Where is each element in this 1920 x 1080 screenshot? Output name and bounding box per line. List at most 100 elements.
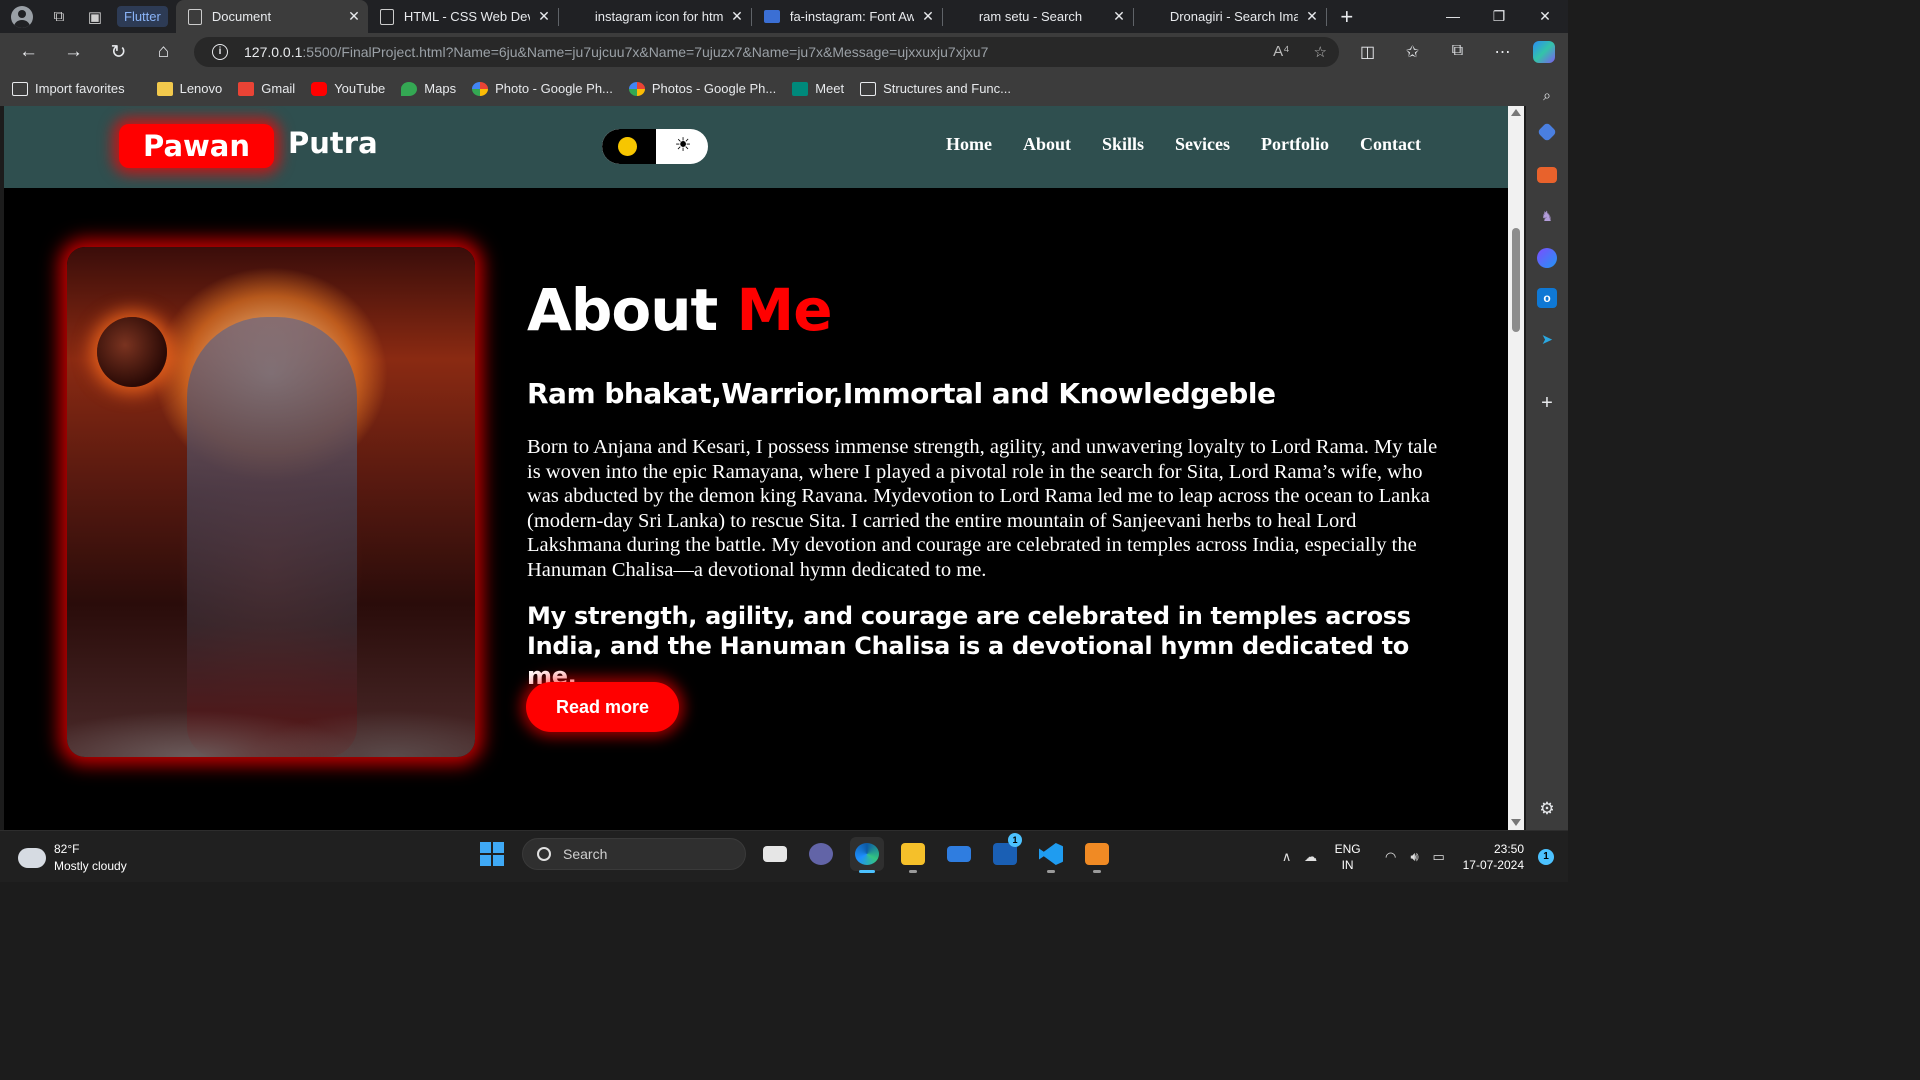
forward-arrow-icon[interactable]: →	[51, 41, 96, 63]
weather-text: 82°F Mostly cloudy	[54, 841, 127, 875]
settings-gear-icon[interactable]: ⚙	[1537, 799, 1557, 819]
favorite-photos-google[interactable]: Photos - Google Ph...	[628, 81, 776, 96]
media-player-icon[interactable]	[1080, 837, 1114, 873]
scroll-up-arrow-icon[interactable]	[1511, 109, 1521, 116]
onedrive-cloud-icon[interactable]: ☁	[1299, 849, 1323, 865]
favorite-gmail[interactable]: Gmail	[238, 81, 295, 96]
taskbar-search-label: Search	[563, 846, 608, 862]
tab-html-css[interactable]: HTML - CSS Web Devel ✕	[368, 0, 558, 33]
wifi-icon[interactable]: ◠	[1379, 849, 1403, 865]
theme-toggle[interactable]: ☀	[602, 129, 708, 164]
tab-ram-setu[interactable]: ram setu - Search ✕	[943, 0, 1133, 33]
tab-instagram-icon[interactable]: instagram icon for htm ✕	[559, 0, 751, 33]
tab-actions-icon[interactable]: ▣	[77, 0, 113, 33]
split-screen-icon[interactable]: ◫	[1345, 42, 1390, 62]
more-menu-icon[interactable]: ⋯	[1480, 42, 1525, 62]
outlook-icon[interactable]: o	[1537, 288, 1557, 308]
close-tab-icon[interactable]: ✕	[731, 8, 743, 25]
favorite-label: Lenovo	[179, 81, 223, 96]
favorite-label: Gmail	[261, 81, 296, 96]
favorite-photo-google[interactable]: Photo - Google Ph...	[472, 81, 613, 96]
mail-icon[interactable]	[942, 837, 976, 871]
read-more-button[interactable]: Read more	[526, 682, 679, 732]
copilot-sidebar-icon[interactable]	[1537, 248, 1557, 268]
chevron-up-icon[interactable]: ∧	[1275, 849, 1299, 865]
page-scrollbar[interactable]	[1508, 106, 1524, 830]
back-arrow-icon[interactable]: ←	[6, 41, 51, 63]
task-view-icon[interactable]	[758, 837, 792, 871]
nav-contact[interactable]: Contact	[1360, 134, 1421, 155]
shopping-tag-icon[interactable]	[1537, 122, 1557, 142]
favorite-star-icon[interactable]: ☆	[1314, 43, 1327, 61]
close-tab-icon[interactable]: ✕	[1113, 8, 1125, 25]
favorite-maps[interactable]: Maps	[401, 81, 456, 96]
notification-badge[interactable]: 1	[1538, 849, 1554, 865]
scrollbar-thumb[interactable]	[1512, 228, 1520, 332]
nav-about[interactable]: About	[1023, 134, 1071, 155]
send-icon[interactable]: ➤	[1537, 329, 1557, 349]
tab-document[interactable]: Document ✕	[175, 0, 368, 33]
workspaces-icon[interactable]: ⧉	[41, 0, 77, 33]
clock-time: 23:50	[1493, 842, 1524, 856]
url-input[interactable]: i 127.0.0.1:5500/FinalProject.html?Name=…	[194, 37, 1339, 67]
logo-first-word[interactable]: Pawan	[119, 124, 274, 168]
restore-icon[interactable]: ❐	[1476, 8, 1522, 25]
site-info-icon[interactable]: i	[212, 44, 228, 60]
nav-services[interactable]: Sevices	[1175, 134, 1230, 155]
collections-icon[interactable]: ⧉	[1435, 42, 1480, 62]
teams-chat-icon[interactable]	[804, 837, 838, 871]
tab-label: ram setu - Search	[978, 9, 1083, 24]
close-tab-icon[interactable]: ✕	[538, 8, 550, 25]
taskbar-apps: Search 1	[474, 833, 1114, 873]
favorite-youtube[interactable]: YouTube	[311, 81, 385, 96]
favorite-meet[interactable]: Meet	[792, 81, 844, 96]
tab-dronagiri[interactable]: Dronagiri - Search Imag ✕	[1134, 0, 1326, 33]
edge-sidebar: ⌕ ♞ o ➤ + ⚙	[1526, 71, 1568, 830]
maps-pin-icon	[401, 81, 418, 96]
windows-taskbar: 82°F Mostly cloudy Search 1 ∧ ☁ ENG IN ◠…	[0, 830, 1568, 882]
home-icon[interactable]: ⌂	[141, 41, 186, 63]
read-aloud-icon[interactable]: A⁴	[1273, 43, 1289, 61]
games-icon[interactable]: ♞	[1537, 206, 1557, 226]
new-tab-button[interactable]: +	[1327, 4, 1367, 30]
vscode-icon[interactable]	[1034, 837, 1068, 873]
file-explorer-icon[interactable]	[896, 837, 930, 873]
clock[interactable]: 23:50 17-07-2024	[1463, 841, 1524, 873]
copilot-icon[interactable]	[1533, 41, 1555, 63]
volume-icon[interactable]: 🔊︎	[1403, 849, 1427, 865]
favorite-lenovo[interactable]: Lenovo	[156, 81, 223, 96]
taskbar-search[interactable]: Search	[522, 838, 746, 870]
close-tab-icon[interactable]: ✕	[348, 8, 360, 25]
logo-second-word[interactable]: Putra	[288, 126, 378, 160]
minimize-icon[interactable]: —	[1430, 8, 1476, 25]
language-indicator[interactable]: ENG IN	[1335, 841, 1361, 873]
favorites-icon[interactable]: ✩	[1390, 42, 1435, 62]
weather-widget[interactable]: 82°F Mostly cloudy	[15, 841, 127, 875]
search-icon[interactable]: ⌕	[1537, 85, 1557, 105]
about-heading-main: About	[527, 276, 718, 344]
nav-home[interactable]: Home	[946, 134, 992, 155]
app-badge: 1	[1008, 833, 1022, 847]
favorite-import[interactable]: Import favorites	[12, 81, 125, 96]
tab-fa-instagram[interactable]: fa-instagram: Font Awe ✕	[752, 0, 942, 33]
close-tab-icon[interactable]: ✕	[1306, 8, 1318, 25]
toolbar-right: ◫ ✩ ⧉ ⋯	[1345, 42, 1525, 62]
edge-browser-icon[interactable]	[850, 837, 884, 873]
tools-briefcase-icon[interactable]	[1537, 167, 1557, 183]
nav-portfolio[interactable]: Portfolio	[1261, 134, 1329, 155]
google-photos-icon	[628, 81, 645, 96]
profile-avatar[interactable]	[11, 5, 33, 28]
tab-group-label[interactable]: Flutter	[117, 6, 168, 27]
close-window-icon[interactable]: ✕	[1522, 8, 1568, 25]
main-nav: Home About Skills Sevices Portfolio Cont…	[946, 134, 1421, 155]
battery-icon[interactable]: ▭	[1427, 849, 1451, 865]
refresh-icon[interactable]: ↻	[96, 41, 141, 64]
nav-skills[interactable]: Skills	[1102, 134, 1144, 155]
lenovo-vantage-icon[interactable]: 1	[988, 833, 1022, 871]
start-windows-icon[interactable]	[480, 842, 504, 866]
scroll-down-arrow-icon[interactable]	[1511, 819, 1521, 826]
favorite-structures[interactable]: Structures and Func...	[860, 81, 1011, 96]
add-sidebar-icon[interactable]: +	[1537, 393, 1557, 413]
close-tab-icon[interactable]: ✕	[922, 8, 934, 25]
url-path: :5500/FinalProject.html?Name=6ju&Name=ju…	[302, 44, 989, 60]
